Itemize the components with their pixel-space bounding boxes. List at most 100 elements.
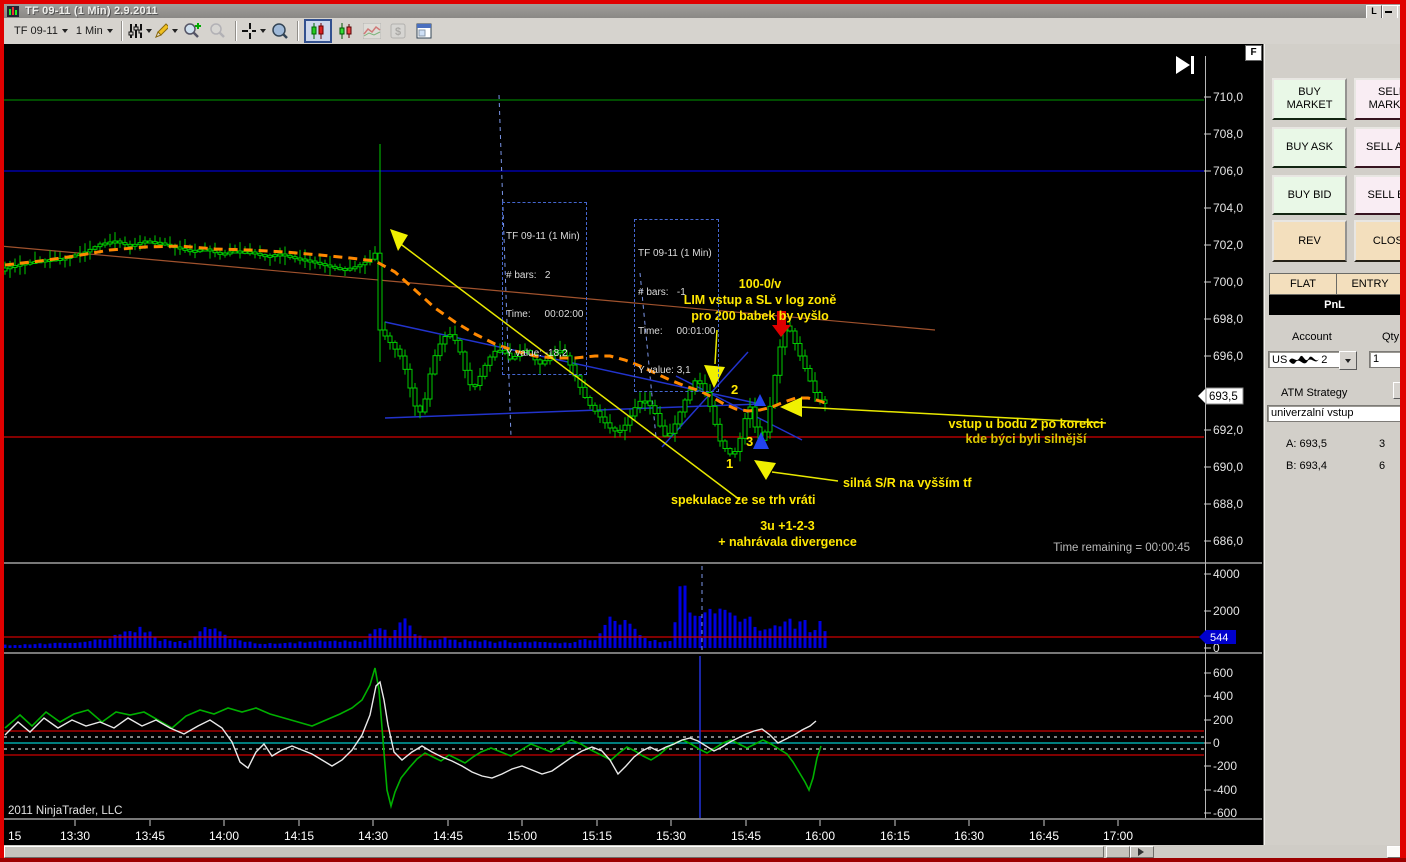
annotation-sr-note[interactable]: silná S/R na vyšším tf xyxy=(843,475,972,491)
chevron-down-icon xyxy=(106,29,113,33)
annotation-line: vstup u bodu 2 po korekci xyxy=(948,417,1104,431)
window-border-right xyxy=(1400,0,1406,862)
chevron-down-icon xyxy=(61,29,68,33)
candlestick-chart-button[interactable] xyxy=(334,20,358,42)
bid-size: 6 xyxy=(1379,460,1386,472)
measure-bars: # bars: 2 xyxy=(506,270,551,281)
annotation-line: + nahrávala divergence xyxy=(718,535,857,549)
fixed-scale-button[interactable]: F xyxy=(1245,45,1262,61)
redaction-scribble xyxy=(1289,355,1320,364)
bar-period-icon xyxy=(128,24,142,38)
line-chart-button[interactable] xyxy=(360,20,384,42)
app-icon xyxy=(7,5,19,17)
measure-box-1[interactable]: TF 09-11 (1 Min) # bars: 2 Time: 00:02:0… xyxy=(502,202,588,375)
draw-tool-button[interactable] xyxy=(154,20,178,42)
measure-yvalue: Y value: -18,2 xyxy=(506,348,568,359)
window-title: TF 09-11 (1 Min) 2.9.2011 xyxy=(25,5,158,17)
copyright: 2011 NinjaTrader, LLC xyxy=(8,805,123,817)
chart-style-button-selected[interactable] xyxy=(303,19,332,43)
instrument-label: TF 09-11 xyxy=(14,25,58,37)
resize-grip[interactable] xyxy=(1387,846,1401,858)
title-bar[interactable]: TF 09-11 (1 Min) 2.9.2011 L xyxy=(4,4,1406,19)
toolbar-separator xyxy=(120,21,123,41)
measure-title: TF 09-11 (1 Min) xyxy=(638,248,712,259)
chevron-down-icon xyxy=(259,29,266,33)
panel-properties-button[interactable] xyxy=(412,20,436,42)
horizontal-scrollbar xyxy=(4,845,1401,858)
atm-strategy-label: ATM Strategy xyxy=(1281,387,1348,399)
point-label-3[interactable]: 3 xyxy=(746,434,753,449)
measure-title: TF 09-11 (1 Min) xyxy=(506,231,580,242)
link-button[interactable]: L xyxy=(1366,5,1382,19)
account-dropdown-button[interactable] xyxy=(1339,351,1357,370)
sell-market-button[interactable]: SELL MARKET xyxy=(1354,78,1406,120)
account-select[interactable]: US 2 xyxy=(1268,351,1346,368)
bar-period-button[interactable] xyxy=(128,20,152,42)
ask-quote: A: 693,5 xyxy=(1286,438,1327,450)
chevron-down-icon xyxy=(1345,358,1351,363)
measure-time: Time: 00:02:00 xyxy=(506,309,584,320)
annotation-line: kde býci byli silnější xyxy=(965,432,1087,446)
measure-yvalue: Y value: 3,1 xyxy=(638,365,691,376)
pencil-icon xyxy=(154,23,168,38)
buy-bid-button[interactable]: BUY BID xyxy=(1272,175,1347,215)
cursor-arrow-icon xyxy=(1138,848,1144,856)
account-label: Account xyxy=(1292,331,1332,343)
sell-bid-button[interactable]: SELL BID xyxy=(1354,175,1406,215)
toolbar-separator xyxy=(296,21,299,41)
entry-tab[interactable]: ENTRY xyxy=(1336,273,1404,295)
minimize-icon xyxy=(1385,11,1392,13)
trade-panel: BUY MARKET SELL MARKET BUY ASK SELL ASK … xyxy=(1263,44,1406,845)
ask-size: 3 xyxy=(1379,438,1386,450)
point-label-1[interactable]: 1 xyxy=(726,456,733,471)
instrument-selector[interactable]: TF 09-11 xyxy=(10,21,72,41)
toolbar-separator xyxy=(234,21,237,41)
buy-ask-button[interactable]: BUY ASK xyxy=(1272,127,1347,168)
annotation-entry-note[interactable]: vstup u bodu 2 po korekci kde býci byli … xyxy=(880,417,1172,447)
zoom-in-icon xyxy=(183,23,201,38)
zoom-in-button[interactable] xyxy=(180,20,204,42)
measure-time: Time: 00:01:00 xyxy=(638,326,716,337)
measure-bars: # bars: -1 xyxy=(638,287,686,298)
time-remaining: Time remaining = 00:00:45 xyxy=(1053,542,1190,554)
zoom-out-icon xyxy=(209,23,225,38)
period-selector[interactable]: 1 Min xyxy=(72,21,117,41)
sell-ask-button[interactable]: SELL ASK xyxy=(1354,127,1406,168)
reverse-button[interactable]: REV xyxy=(1272,220,1347,262)
buy-market-button[interactable]: BUY MARKET xyxy=(1272,78,1347,120)
annotation-speculation[interactable]: spekulace ze se trh vráti xyxy=(671,492,816,508)
scrollbar-button-1[interactable] xyxy=(1106,846,1130,858)
measure-box-2[interactable]: TF 09-11 (1 Min) # bars: -1 Time: 00:01:… xyxy=(634,219,720,392)
crosshair-button[interactable] xyxy=(241,20,266,42)
line-chart-icon xyxy=(362,23,381,39)
dollar-button[interactable]: $ xyxy=(386,20,410,42)
account-suffix: 2 xyxy=(1321,354,1328,366)
magnifier-icon xyxy=(271,23,288,39)
panel-icon xyxy=(416,23,432,39)
toolbar: TF 09-11 1 Min $ xyxy=(4,18,1400,45)
candlestick-chart-icon xyxy=(339,23,352,39)
atm-strategy-select[interactable]: univerzalní vstup xyxy=(1267,405,1406,422)
chevron-down-icon xyxy=(171,29,178,33)
close-button[interactable]: CLOSE xyxy=(1354,220,1406,262)
window-border-left xyxy=(0,0,4,862)
point-label-2[interactable]: 2 xyxy=(731,382,738,397)
period-label: 1 Min xyxy=(75,25,103,37)
annotation-pattern[interactable]: 3u +1-2-3 + nahrávala divergence xyxy=(640,518,935,550)
crosshair-icon xyxy=(241,23,256,39)
minimize-button[interactable] xyxy=(1382,5,1398,19)
annotation-line: 3u +1-2-3 xyxy=(760,519,815,533)
chevron-down-icon xyxy=(145,29,152,33)
account-prefix: US xyxy=(1272,354,1288,366)
pnl-bar: PnL xyxy=(1269,295,1400,315)
dollar-icon: $ xyxy=(390,23,406,39)
bid-quote: B: 693,4 xyxy=(1286,460,1327,472)
window-border-bottom xyxy=(0,858,1406,862)
window-border-top xyxy=(0,0,1406,4)
flat-tab[interactable]: FLAT xyxy=(1269,273,1337,295)
qty-label: Qty xyxy=(1382,331,1400,343)
scrollbar-thumb[interactable] xyxy=(4,846,1104,858)
data-box-button[interactable] xyxy=(268,20,292,42)
zoom-out-button[interactable] xyxy=(206,20,230,42)
scrollbar-button-2[interactable] xyxy=(1130,846,1154,858)
